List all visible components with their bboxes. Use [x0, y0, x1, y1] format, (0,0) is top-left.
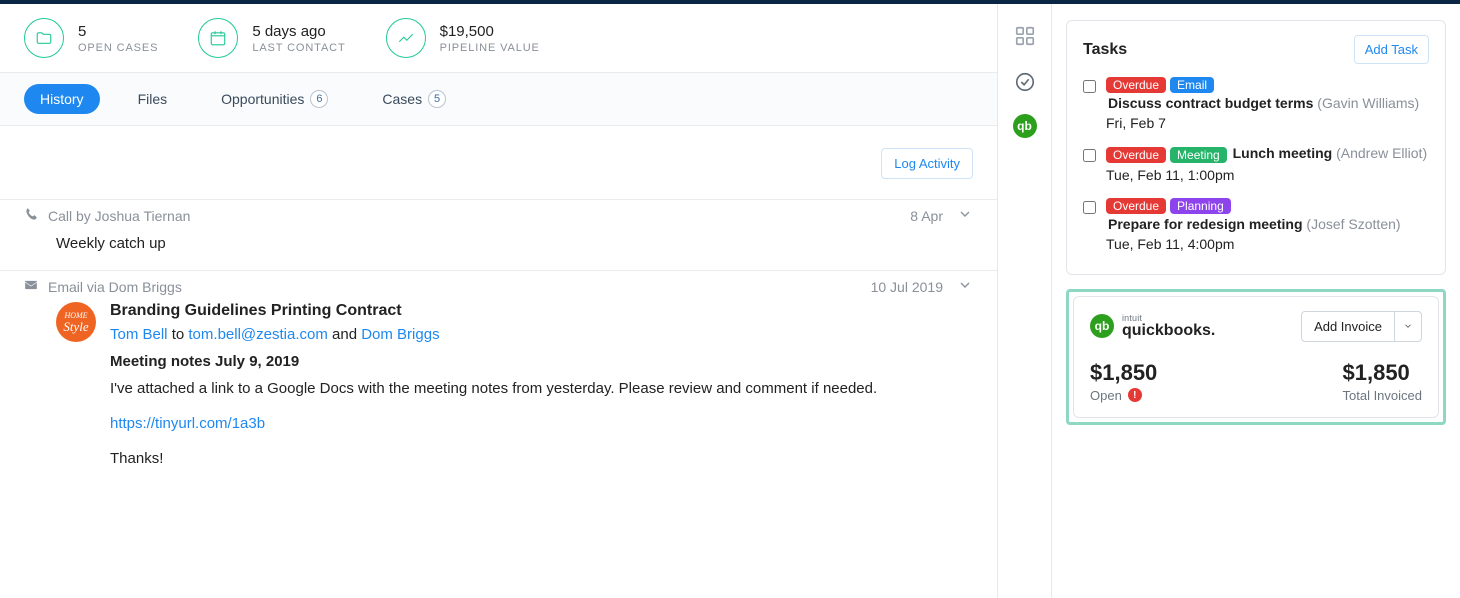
- tab-files[interactable]: Files: [122, 84, 184, 114]
- folder-icon: [24, 18, 64, 58]
- add-invoice-group: Add Invoice: [1301, 311, 1422, 342]
- stats-row: 5 OPEN CASES 5 days ago LAST CONTACT $: [0, 4, 997, 73]
- email-from-link[interactable]: Tom Bell: [110, 326, 168, 343]
- task-assignee: (Andrew Elliot): [1336, 145, 1427, 161]
- tab-cases[interactable]: Cases 5: [366, 83, 462, 115]
- quickbooks-mark-icon: qb: [1090, 314, 1114, 338]
- stat-value: 5: [78, 23, 158, 40]
- stat-label: LAST CONTACT: [252, 42, 345, 54]
- tab-label: History: [40, 91, 84, 107]
- tab-count: 5: [428, 90, 446, 108]
- chevron-down-icon[interactable]: [957, 206, 973, 225]
- integration-rail: qb: [998, 4, 1052, 598]
- badge-type: Email: [1170, 77, 1214, 93]
- quickbooks-name: quickbooks.: [1122, 323, 1215, 339]
- quickbooks-logo: qb intuit quickbooks.: [1090, 314, 1215, 339]
- alert-icon: !: [1128, 388, 1142, 402]
- email-cc-link[interactable]: Dom Briggs: [361, 326, 439, 343]
- task-when: Tue, Feb 11, 4:00pm: [1106, 236, 1429, 252]
- email-recipients: Tom Bell to tom.bell@zestia.com and Dom …: [110, 326, 973, 343]
- badge-type: Meeting: [1170, 147, 1227, 163]
- email-body-text: I've attached a link to a Google Docs wi…: [110, 380, 973, 397]
- trend-icon: [386, 18, 426, 58]
- email-notes-title: Meeting notes July 9, 2019: [110, 353, 973, 370]
- apps-grid-icon[interactable]: [1011, 22, 1039, 50]
- entry-title: Email via Dom Briggs: [48, 279, 182, 295]
- entry-date: 8 Apr: [910, 208, 943, 224]
- email-thanks: Thanks!: [110, 450, 973, 467]
- check-circle-icon[interactable]: [1011, 68, 1039, 96]
- tab-label: Cases: [382, 91, 422, 107]
- add-invoice-button[interactable]: Add Invoice: [1301, 311, 1395, 342]
- stat-open-cases: 5 OPEN CASES: [24, 18, 158, 58]
- task-title[interactable]: Discuss contract budget terms: [1108, 95, 1313, 111]
- calendar-icon: [198, 18, 238, 58]
- task-title[interactable]: Lunch meeting: [1233, 145, 1333, 161]
- quickbooks-panel: qb intuit quickbooks. Add Invoice $1,850: [1073, 296, 1439, 418]
- tab-count: 6: [310, 90, 328, 108]
- task-assignee: (Gavin Williams): [1317, 95, 1419, 111]
- entry-header[interactable]: Email via Dom Briggs 10 Jul 2019: [0, 271, 997, 302]
- add-task-button[interactable]: Add Task: [1354, 35, 1429, 64]
- entry-date: 10 Jul 2019: [871, 279, 943, 295]
- chevron-down-icon[interactable]: [957, 277, 973, 296]
- task-item: Overdue Planning Prepare for redesign me…: [1083, 197, 1429, 252]
- phone-icon: [24, 207, 38, 224]
- qb-total-label: Total Invoiced: [1343, 388, 1423, 403]
- task-checkbox[interactable]: [1083, 80, 1096, 93]
- stat-value: 5 days ago: [252, 23, 345, 40]
- stat-value: $19,500: [440, 23, 540, 40]
- task-when: Tue, Feb 11, 1:00pm: [1106, 167, 1429, 183]
- entry-header[interactable]: Call by Joshua Tiernan 8 Apr: [0, 200, 997, 231]
- email-entry: Email via Dom Briggs 10 Jul 2019 HOMESty…: [0, 271, 997, 505]
- stat-label: PIPELINE VALUE: [440, 42, 540, 54]
- envelope-icon: [24, 278, 38, 295]
- entry-title: Call by Joshua Tiernan: [48, 208, 190, 224]
- task-item: Overdue Meeting Lunch meeting (Andrew El…: [1083, 145, 1429, 182]
- task-assignee: (Josef Szotten): [1306, 216, 1400, 232]
- tasks-panel: Tasks Add Task Overdue Email Discuss con…: [1066, 20, 1446, 275]
- task-when: Fri, Feb 7: [1106, 115, 1429, 131]
- tab-history[interactable]: History: [24, 84, 100, 114]
- task-item: Overdue Email Discuss contract budget te…: [1083, 76, 1429, 131]
- qb-open-label: Open: [1090, 388, 1122, 403]
- qb-total-stat: $1,850 Total Invoiced: [1343, 360, 1423, 403]
- quickbooks-highlight: qb intuit quickbooks. Add Invoice $1,850: [1066, 289, 1446, 425]
- tab-label: Opportunities: [221, 91, 304, 107]
- add-invoice-dropdown[interactable]: [1395, 311, 1422, 342]
- stat-pipeline: $19,500 PIPELINE VALUE: [386, 18, 540, 58]
- avatar: HOMEStyle: [56, 302, 96, 342]
- tab-opportunities[interactable]: Opportunities 6: [205, 83, 344, 115]
- qb-open-value: $1,850: [1090, 360, 1157, 386]
- log-activity-row: Log Activity: [0, 126, 997, 200]
- task-title[interactable]: Prepare for redesign meeting: [1108, 216, 1303, 232]
- tab-label: Files: [138, 91, 168, 107]
- stat-label: OPEN CASES: [78, 42, 158, 54]
- badge-overdue: Overdue: [1106, 147, 1166, 163]
- task-checkbox[interactable]: [1083, 201, 1096, 214]
- email-to-link[interactable]: tom.bell@zestia.com: [188, 326, 327, 343]
- qb-open-stat: $1,850 Open !: [1090, 360, 1157, 403]
- log-activity-button[interactable]: Log Activity: [881, 148, 973, 179]
- task-checkbox[interactable]: [1083, 149, 1096, 162]
- email-body-link[interactable]: https://tinyurl.com/1a3b: [110, 415, 973, 432]
- badge-type: Planning: [1170, 198, 1231, 214]
- email-subject: Branding Guidelines Printing Contract: [110, 302, 973, 320]
- stat-last-contact: 5 days ago LAST CONTACT: [198, 18, 345, 58]
- qb-total-value: $1,850: [1343, 360, 1423, 386]
- badge-overdue: Overdue: [1106, 198, 1166, 214]
- badge-overdue: Overdue: [1106, 77, 1166, 93]
- main-column: 5 OPEN CASES 5 days ago LAST CONTACT $: [0, 4, 998, 598]
- tabs-row: History Files Opportunities 6 Cases 5: [0, 73, 997, 126]
- sidebar: Tasks Add Task Overdue Email Discuss con…: [1052, 4, 1460, 598]
- quickbooks-icon[interactable]: qb: [1013, 114, 1037, 138]
- call-entry: Call by Joshua Tiernan 8 Apr Weekly catc…: [0, 200, 997, 271]
- tasks-title: Tasks: [1083, 41, 1127, 59]
- entry-body: Weekly catch up: [0, 231, 997, 270]
